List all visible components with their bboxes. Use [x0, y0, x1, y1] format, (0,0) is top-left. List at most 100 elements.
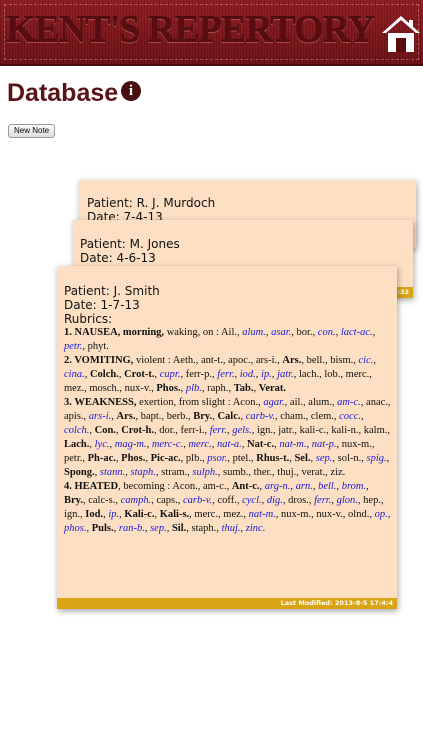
remedy[interactable]: ferr.: [314, 495, 331, 506]
app-header-banner: KENT'S REPERTORY: [0, 0, 423, 66]
remedy[interactable]: asar.: [271, 327, 291, 338]
remedy[interactable]: staph.: [131, 467, 156, 478]
remedy: berb.: [166, 411, 188, 422]
remedy[interactable]: agar.: [263, 397, 284, 408]
remedy[interactable]: carb-v.: [183, 495, 212, 506]
remedy: Calc.: [217, 411, 241, 422]
rubric-title: HEATED: [74, 481, 119, 492]
remedy[interactable]: camph.: [121, 495, 152, 506]
remedy: cham.: [280, 411, 306, 422]
remedy: kali-c.: [299, 425, 327, 436]
remedy[interactable]: nat-m.: [249, 509, 276, 520]
remedy[interactable]: alum.: [242, 327, 266, 338]
remedy: hep.: [363, 495, 381, 506]
remedy: Aeth.: [172, 355, 196, 366]
remedy[interactable]: spig.: [367, 453, 387, 464]
remedy[interactable]: bell.: [318, 481, 336, 492]
remedy[interactable]: arn.: [296, 481, 313, 492]
remedy: am-c.: [202, 481, 227, 492]
remedy[interactable]: am-c.: [337, 397, 361, 408]
remedy: bism.: [330, 355, 354, 366]
remedy[interactable]: nat-a.: [217, 439, 242, 450]
remedy[interactable]: thuj.: [222, 523, 241, 534]
remedy[interactable]: cycl.: [242, 495, 262, 506]
note-card[interactable]: Patient: J. Smith Date: 1-7-13 Rubrics: …: [57, 266, 397, 609]
remedy[interactable]: dig.: [267, 495, 283, 506]
remedy[interactable]: phos.: [64, 523, 86, 534]
remedy[interactable]: plb.: [186, 383, 202, 394]
remedy: apis.: [64, 411, 84, 422]
remedy[interactable]: nat-p.: [312, 439, 337, 450]
remedy[interactable]: stann.: [100, 467, 125, 478]
rubric-entry: 4. HEATED, becoming : Acon., am-c., Ant-…: [64, 481, 391, 534]
remedy[interactable]: op.: [375, 509, 388, 520]
remedy[interactable]: cic.: [359, 355, 374, 366]
remedy[interactable]: gels.: [232, 425, 252, 436]
remedy: Acon.: [232, 397, 259, 408]
remedy[interactable]: con.: [318, 327, 336, 338]
remedy: bapt.: [140, 411, 162, 422]
remedy: ign.: [64, 509, 81, 520]
remedy[interactable]: sep.: [150, 523, 167, 534]
remedy[interactable]: merc-c.: [152, 439, 183, 450]
new-note-button[interactable]: New Note: [8, 124, 56, 138]
rubric-number: 3.: [64, 397, 75, 408]
remedy[interactable]: brom.: [342, 481, 366, 492]
remedy[interactable]: ip.: [261, 369, 272, 380]
remedy[interactable]: lyc.: [95, 439, 110, 450]
remedy: mez.: [223, 509, 244, 520]
remedy[interactable]: cina.: [64, 369, 85, 380]
remedy: merc.: [194, 509, 219, 520]
remedy: merc.: [345, 369, 370, 380]
remedy: alum.: [308, 397, 332, 408]
remedy: ther.: [253, 467, 273, 478]
remedy: Nat-c.: [246, 439, 275, 450]
remedy[interactable]: nat-m.: [279, 439, 306, 450]
remedy[interactable]: jatr.: [277, 369, 294, 380]
remedy: Pic-ac.: [150, 453, 181, 464]
remedy[interactable]: carb-v.: [246, 411, 275, 422]
remedy[interactable]: merc.: [188, 439, 211, 450]
remedy: Ph-ac.: [87, 453, 116, 464]
remedy: lob.: [324, 369, 341, 380]
remedy: Tab.: [233, 383, 254, 394]
remedy: thuj.: [277, 467, 297, 478]
remedy: coff.: [217, 495, 237, 506]
remedy[interactable]: colch.: [64, 425, 89, 436]
remedy: Phos.: [156, 383, 181, 394]
remedy[interactable]: mag-m.: [115, 439, 147, 450]
remedy[interactable]: arg-n.: [265, 481, 291, 492]
remedy: anac.: [366, 397, 388, 408]
remedy: Sil.: [171, 523, 187, 534]
remedy[interactable]: ferr.: [210, 425, 227, 436]
remedy[interactable]: zinc.: [246, 523, 266, 534]
remedy[interactable]: cocc.: [339, 411, 361, 422]
remedy[interactable]: ferr.: [217, 369, 234, 380]
remedy: Bry.: [64, 495, 83, 506]
remedy[interactable]: ars-i.: [89, 411, 111, 422]
note-date: Date: 1-7-13: [64, 298, 140, 312]
remedy[interactable]: sep.: [316, 453, 333, 464]
remedy: plb.: [185, 453, 202, 464]
remedy[interactable]: glon.: [337, 495, 358, 506]
remedy: Kali-s.: [159, 509, 190, 520]
remedy[interactable]: lact-ac.: [341, 327, 373, 338]
remedy[interactable]: ip.: [108, 509, 119, 520]
remedy[interactable]: ran-b.: [119, 523, 145, 534]
rubric-entry: 2. VOMITING, violent : Aeth., ant-t., ap…: [64, 355, 377, 394]
remedy: petr.: [64, 453, 83, 464]
rubrics-list: 1. NAUSEA, morning, waking, on : Ail., a…: [64, 326, 391, 536]
info-icon[interactable]: i: [121, 81, 141, 101]
home-button[interactable]: [381, 14, 421, 54]
remedy[interactable]: petr.: [64, 341, 82, 352]
remedy[interactable]: cupr.: [160, 369, 181, 380]
note-patient: Patient: M. Jones: [80, 237, 180, 251]
remedy: caps.: [156, 495, 178, 506]
remedy[interactable]: iod.: [240, 369, 256, 380]
rubric-entry: 3. WEAKNESS, exertion, from slight : Aco…: [64, 397, 391, 478]
remedy: Colch.: [89, 369, 119, 380]
remedy[interactable]: psor.: [207, 453, 227, 464]
remedy: sumb.: [223, 467, 249, 478]
remedy: Lach.: [64, 439, 90, 450]
remedy[interactable]: sulph.: [192, 467, 217, 478]
